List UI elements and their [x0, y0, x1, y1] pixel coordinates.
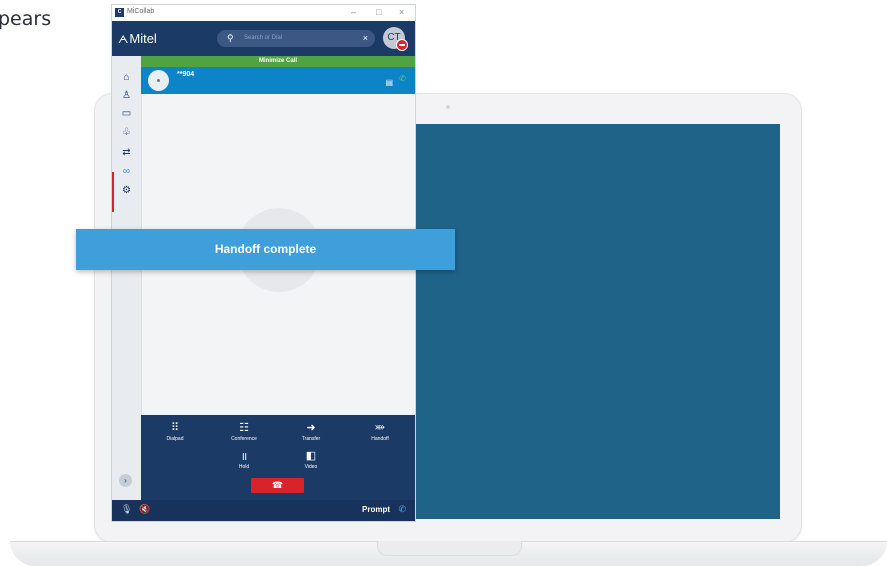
active-call-row[interactable]: **904 ▤ ✆	[141, 67, 415, 94]
app-header: ᗅMitel ⚲ Search or Dial × CT	[112, 21, 415, 56]
prompt-phone-icon[interactable]: ✆	[398, 504, 406, 515]
sidebar-active-marker	[112, 172, 114, 212]
contacts-icon[interactable]: ♙	[112, 90, 141, 101]
window-title: MiCollab	[127, 8, 155, 15]
call-controls: ⠿ Dialpad ☷ Conference ➜ Transfer ⤘ Hand…	[141, 415, 415, 500]
home-icon[interactable]: ⌂	[112, 72, 141, 83]
caller-avatar	[148, 70, 169, 91]
speaker-muted-icon[interactable]: 🔇	[139, 504, 150, 515]
minimize-window-button[interactable]: –	[351, 7, 356, 17]
brand-logo: ᗅMitel	[118, 31, 157, 47]
user-avatar[interactable]: CT	[383, 27, 408, 51]
video-label: Video	[304, 464, 318, 470]
app-logo-icon: C	[115, 8, 124, 17]
sidebar: ⌂ ♙ ▭ ♧ ⇄ ∞ ⚙ ›	[112, 56, 142, 500]
minimize-call-button[interactable]: Minimize Call	[141, 56, 415, 67]
dialpad-icon: ⠿	[170, 422, 180, 434]
laptop-notch	[377, 541, 522, 556]
hang-up-icon: ☎	[271, 480, 284, 490]
dialpad-label: Dialpad	[166, 436, 184, 442]
phone-icon: ✆	[399, 74, 406, 83]
settings-icon[interactable]: ⚙	[112, 185, 141, 196]
handoff-toast: Handoff complete	[76, 229, 455, 270]
hold-button[interactable]: ॥ Hold	[214, 449, 274, 470]
brand-name: Mitel	[129, 31, 157, 46]
maximize-window-button[interactable]: □	[376, 7, 381, 17]
handoff-button[interactable]: ⤘ Handoff	[350, 421, 410, 442]
transfer-icon: ➜	[306, 422, 316, 434]
handoff-icon: ⤘	[375, 421, 385, 433]
mitel-logo-icon: ᗅ	[118, 34, 129, 46]
voicemail-icon[interactable]: ∞	[112, 166, 141, 177]
clear-search-icon[interactable]: ×	[363, 30, 368, 47]
mute-microphone-icon[interactable]: 🎙	[121, 504, 132, 515]
background-text: pears	[0, 8, 52, 30]
call-history-icon[interactable]: ⇄	[112, 147, 141, 158]
video-icon: ◧	[305, 450, 317, 462]
hold-icon: ॥	[240, 451, 248, 463]
status-bar: 🎙 🔇 Prompt ✆	[112, 500, 415, 521]
chat-icon[interactable]: ▭	[112, 108, 141, 119]
end-call-button[interactable]: ☎	[251, 478, 304, 493]
transfer-button[interactable]: ➜ Transfer	[281, 421, 341, 442]
lock-icon: ▤	[385, 78, 393, 87]
laptop-camera	[446, 105, 450, 109]
transfer-label: Transfer	[301, 436, 321, 442]
window-titlebar: C MiCollab – □ ×	[112, 5, 415, 21]
close-window-button[interactable]: ×	[399, 7, 404, 17]
handoff-label: Handoff	[371, 436, 389, 442]
video-button[interactable]: ◧ Video	[281, 449, 341, 470]
search-input[interactable]: ⚲ Search or Dial ×	[217, 30, 375, 47]
do-not-disturb-icon	[396, 39, 408, 51]
expand-sidebar-button[interactable]: ›	[119, 474, 132, 487]
conference-label: Conference	[231, 436, 257, 442]
team-icon[interactable]: ♧	[112, 127, 141, 138]
search-icon: ⚲	[227, 33, 234, 43]
conference-icon: ☷	[239, 422, 249, 434]
hold-label: Hold	[238, 464, 250, 470]
laptop-screen	[412, 124, 780, 519]
caller-number: **904	[177, 71, 195, 78]
prompt-label[interactable]: Prompt	[362, 505, 390, 514]
conference-button[interactable]: ☷ Conference	[214, 421, 274, 442]
search-placeholder: Search or Dial	[244, 35, 283, 41]
dialpad-button[interactable]: ⠿ Dialpad	[145, 421, 205, 442]
